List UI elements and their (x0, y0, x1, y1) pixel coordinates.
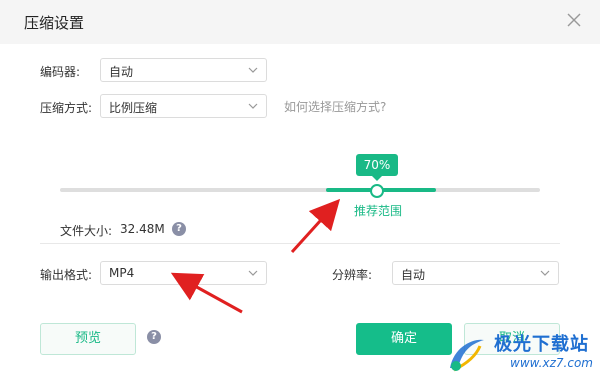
compression-slider-track[interactable] (60, 188, 540, 192)
encoder-label: 编码器: (40, 65, 81, 79)
compression-slider-thumb[interactable] (370, 184, 384, 198)
output-format-select[interactable]: MP4 (100, 261, 267, 285)
title-bar: 压缩设置 (0, 0, 600, 44)
watermark-logo-icon (450, 339, 484, 372)
question-icon[interactable]: ? (147, 330, 161, 344)
output-format-label: 输出格式: (40, 268, 93, 282)
confirm-button[interactable]: 确定 (356, 323, 452, 355)
preview-button[interactable]: 预览 (40, 323, 136, 355)
compression-settings-dialog: 压缩设置 编码器: 自动 压缩方式: 比例压缩 如何选择压缩方式? 70% 推荐… (0, 0, 600, 380)
watermark-brand: 极光下载站 (494, 334, 589, 355)
chevron-down-icon (248, 270, 258, 276)
file-size-label: 文件大小: (60, 224, 113, 238)
watermark: 极光下载站 www.xz7.com (440, 326, 600, 380)
divider (40, 243, 560, 244)
close-button[interactable] (562, 8, 586, 32)
encoder-select-value: 自动 (109, 65, 134, 79)
chevron-down-icon (248, 67, 258, 73)
annotation-arrow-slider (290, 198, 341, 254)
encoder-select[interactable]: 自动 (100, 58, 267, 82)
chevron-down-icon (248, 103, 258, 109)
compression-mode-select-value: 比例压缩 (109, 101, 158, 115)
chevron-down-icon (540, 270, 550, 276)
resolution-select[interactable]: 自动 (392, 261, 559, 285)
resolution-select-value: 自动 (401, 268, 426, 282)
output-format-select-value: MP4 (109, 266, 135, 280)
file-size-value: 32.48M (120, 222, 165, 236)
resolution-label: 分辨率: (332, 268, 373, 282)
compression-help-link[interactable]: 如何选择压缩方式? (284, 98, 386, 115)
slider-value-tooltip: 70% (356, 154, 398, 176)
slider-tooltip-arrow (372, 176, 382, 181)
question-icon[interactable]: ? (172, 222, 186, 236)
recommended-range-label: 推荐范围 (354, 204, 403, 218)
compression-mode-label: 压缩方式: (40, 101, 93, 115)
watermark-url: www.xz7.com (510, 356, 593, 370)
compression-mode-select[interactable]: 比例压缩 (100, 94, 267, 118)
dialog-title: 压缩设置 (24, 14, 85, 32)
close-icon (567, 13, 581, 27)
